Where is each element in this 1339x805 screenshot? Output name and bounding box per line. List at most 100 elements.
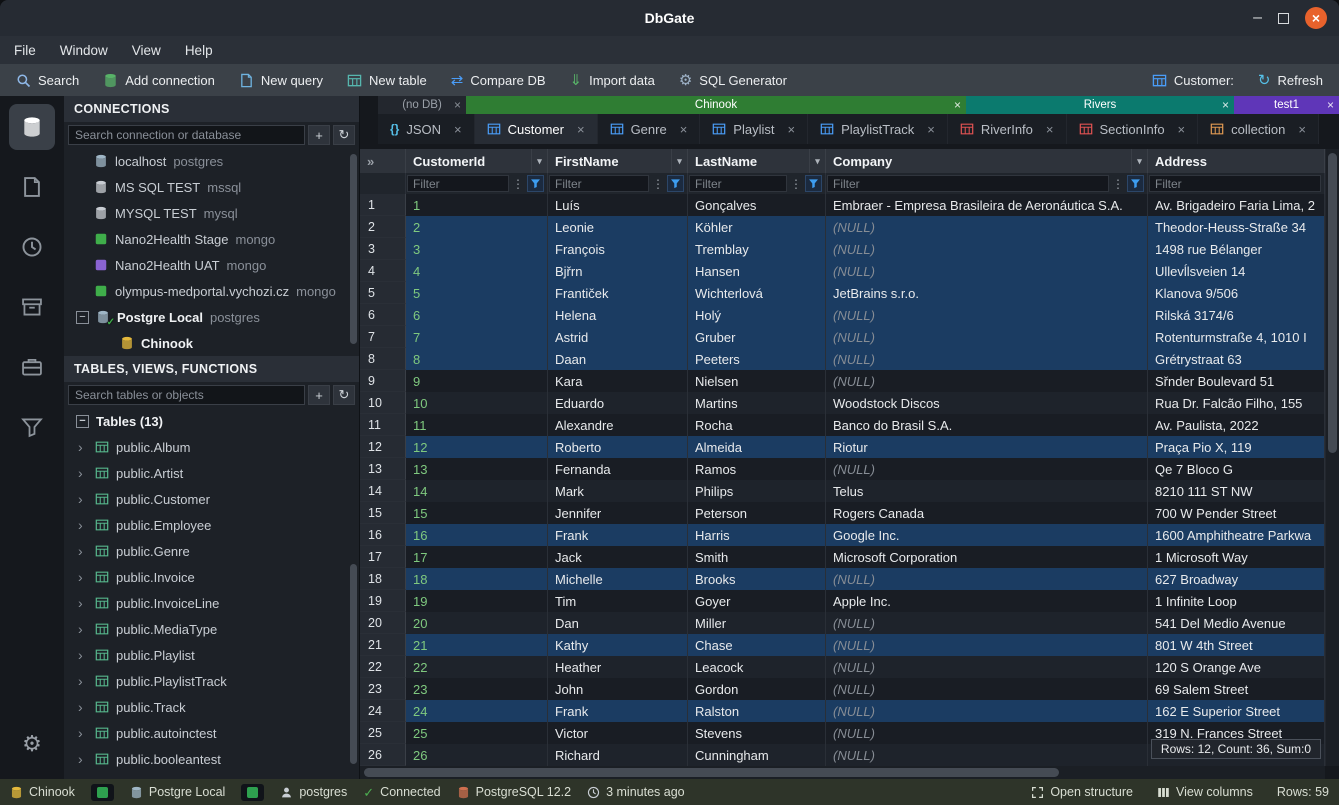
vertical-scroll-thumb[interactable] [1328,153,1337,453]
cell-customerid[interactable]: 15 [406,502,548,524]
cell-lastname[interactable]: Hansen [688,260,826,282]
filter-input-address[interactable] [1149,175,1321,192]
table-row[interactable]: 2424FrankRalston(NULL)162 E Superior Str… [360,700,1325,722]
cell-customerid[interactable]: 25 [406,722,548,744]
cell-customerid[interactable]: 10 [406,392,548,414]
table-row[interactable]: 1212RobertoAlmeidaRioturPraça Pio X, 119 [360,436,1325,458]
cell-company[interactable]: Banco do Brasil S.A. [826,414,1148,436]
cell-address[interactable]: Rua Dr. Falcão Filho, 155 [1148,392,1325,414]
table-item-public-invoiceline[interactable]: ›public.InvoiceLine [64,590,359,616]
tab-collection[interactable]: collection× [1198,114,1319,144]
cell-customerid[interactable]: 14 [406,480,548,502]
close-icon[interactable]: × [577,122,585,137]
cell-address[interactable]: Qe 7 Bloco G [1148,458,1325,480]
chevron-right-icon[interactable]: › [78,517,88,533]
tab-playlist[interactable]: Playlist× [700,114,808,144]
cell-address[interactable]: Av. Brigadeiro Faria Lima, 2 [1148,194,1325,216]
cell-company[interactable]: (NULL) [826,458,1148,480]
cell-firstname[interactable]: Alexandre [548,414,688,436]
nav-connections[interactable] [9,104,55,150]
cell-company[interactable]: (NULL) [826,326,1148,348]
close-icon[interactable]: × [1222,98,1229,112]
close-icon[interactable]: × [787,122,795,137]
cell-firstname[interactable]: Bjřrn [548,260,688,282]
close-icon[interactable]: × [454,98,461,112]
cell-customerid[interactable]: 7 [406,326,548,348]
cell-address[interactable]: Grétrystraat 63 [1148,348,1325,370]
toolbar-refresh-button[interactable]: ↻Refresh [1246,64,1335,96]
table-row[interactable]: 11LuísGonçalvesEmbraer - Empresa Brasile… [360,194,1325,216]
row-number[interactable]: 5 [360,282,406,304]
chevron-right-icon[interactable]: › [78,699,88,715]
chevron-right-icon[interactable]: › [78,621,88,637]
chevron-right-icon[interactable]: › [78,595,88,611]
cell-lastname[interactable]: Peeters [688,348,826,370]
cell-company[interactable]: (NULL) [826,568,1148,590]
cell-company[interactable]: (NULL) [826,304,1148,326]
table-item-public-artist[interactable]: ›public.Artist [64,460,359,486]
cell-customerid[interactable]: 22 [406,656,548,678]
table-row[interactable]: 66HelenaHolý(NULL)Rilská 3174/6 [360,304,1325,326]
cell-lastname[interactable]: Rocha [688,414,826,436]
row-number[interactable]: 21 [360,634,406,656]
cell-company[interactable]: (NULL) [826,678,1148,700]
tab-customer[interactable]: Customer× [475,114,598,144]
cell-lastname[interactable]: Wichterlová [688,282,826,304]
row-number[interactable]: 4 [360,260,406,282]
table-row[interactable]: 77AstridGruber(NULL)Rotenturmstraße 4, 1… [360,326,1325,348]
table-row[interactable]: 22LeonieKöhler(NULL)Theodor-Heuss-Straße… [360,216,1325,238]
table-item-public-album[interactable]: ›public.Album [64,434,359,460]
add-table-small-button[interactable]: + [308,385,330,405]
row-number[interactable]: 24 [360,700,406,722]
db-group-tab-rivers[interactable]: Rivers× [966,96,1234,114]
cell-address[interactable]: Sřnder Boulevard 51 [1148,370,1325,392]
table-item-public-invoice[interactable]: ›public.Invoice [64,564,359,590]
row-count[interactable]: Rows: 59 [1277,785,1329,799]
cell-lastname[interactable]: Gordon [688,678,826,700]
table-row[interactable]: 1313FernandaRamos(NULL)Qe 7 Bloco G [360,458,1325,480]
tab-genre[interactable]: Genre× [598,114,701,144]
cell-lastname[interactable]: Gruber [688,326,826,348]
statusbar-last-refresh[interactable]: 3 minutes ago [587,785,685,799]
filter-input-company[interactable] [827,175,1109,192]
row-number[interactable]: 13 [360,458,406,480]
cell-address[interactable]: 801 W 4th Street [1148,634,1325,656]
cell-lastname[interactable]: Cunningham [688,744,826,766]
cell-lastname[interactable]: Smith [688,546,826,568]
chevron-down-icon[interactable]: ▾ [531,149,547,173]
nav-filters[interactable] [9,404,55,450]
table-item-public-autoinctest[interactable]: ›public.autoinctest [64,720,359,746]
row-number[interactable]: 18 [360,568,406,590]
row-number[interactable]: 10 [360,392,406,414]
toolbar-sql-generator-button[interactable]: ⚙SQL Generator [667,64,799,96]
cell-firstname[interactable]: Kathy [548,634,688,656]
cell-firstname[interactable]: Kara [548,370,688,392]
toolbar-customer-button[interactable]: Customer: [1140,64,1246,96]
close-icon[interactable]: × [454,122,462,137]
row-number[interactable]: 1 [360,194,406,216]
table-item-public-booleantest[interactable]: ›public.booleantest [64,746,359,772]
cell-lastname[interactable]: Holý [688,304,826,326]
grid-horizontal-scrollbar[interactable] [360,766,1325,779]
cell-lastname[interactable]: Goyer [688,590,826,612]
table-row[interactable]: 44BjřrnHansen(NULL)Ullevĺlsveien 14 [360,260,1325,282]
cell-firstname[interactable]: Heather [548,656,688,678]
toolbar-add-connection-button[interactable]: Add connection [91,64,227,96]
cell-firstname[interactable]: Jennifer [548,502,688,524]
column-header-firstname[interactable]: FirstName▾ [548,149,688,173]
db-group-tab--no-db-[interactable]: (no DB)× [378,96,466,114]
cell-company[interactable]: Woodstock Discos [826,392,1148,414]
cell-firstname[interactable]: John [548,678,688,700]
cell-lastname[interactable]: Peterson [688,502,826,524]
connection-item-nano2health-stage[interactable]: Nano2Health Stagemongo [64,226,359,252]
row-number[interactable]: 12 [360,436,406,458]
cell-customerid[interactable]: 26 [406,744,548,766]
funnel-button[interactable] [805,175,822,192]
cell-lastname[interactable]: Brooks [688,568,826,590]
nav-settings[interactable]: ⚙ [9,721,55,767]
funnel-button[interactable] [1127,175,1144,192]
cell-lastname[interactable]: Köhler [688,216,826,238]
table-row[interactable]: 1010EduardoMartinsWoodstock DiscosRua Dr… [360,392,1325,414]
nav-files[interactable] [9,164,55,210]
table-row[interactable]: 1717JackSmithMicrosoft Corporation1 Micr… [360,546,1325,568]
